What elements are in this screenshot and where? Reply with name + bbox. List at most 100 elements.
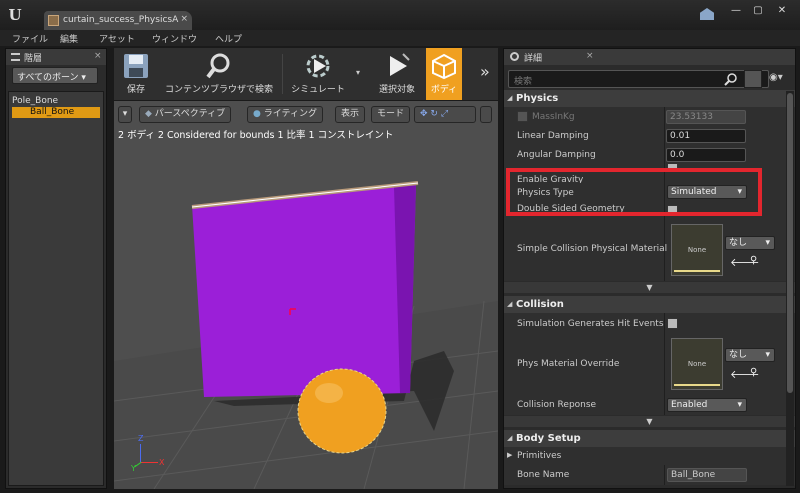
highlight-box [506,168,762,216]
browse-search-icon[interactable]: ⚲ [750,367,757,378]
scpm-dropdown[interactable]: なし [725,236,775,250]
expand-arrow-icon[interactable]: ▶ [507,451,512,459]
mode-button[interactable]: モード [371,106,411,123]
selected-label: 選択対象 [378,85,415,95]
help-icon[interactable] [700,8,714,20]
viewport-more-icon[interactable] [480,106,492,123]
menu-asset[interactable]: アセット [99,32,135,45]
perspective-label: パースペクティブ [154,109,226,119]
lighting-label: ライティング [263,109,317,119]
physics-heading: Physics [516,93,559,104]
selected-button[interactable]: 選択対象 [372,48,422,100]
unreal-logo-icon: U [8,6,22,24]
scrollbar-thumb[interactable] [787,93,793,393]
override-thumbnail[interactable]: None [671,338,723,390]
bone-name-label: Bone Name [517,470,570,480]
simulate-button[interactable]: シミュレート [284,48,352,100]
mass-override-checkbox[interactable] [517,111,528,122]
asset-tab[interactable]: curtain_success_PhysicsA × [44,11,192,30]
viewport[interactable]: ▾ ◆ パースペクティブ ● ライティング 表示 モード ✥ ↻ ⤢ 2 ボディ… [114,101,498,489]
phys-material-override-row: Phys Material Override None なし 🡐 ⚲ [504,333,795,395]
hit-events-checkbox[interactable] [667,318,678,329]
mass-label: MassInKg [532,112,575,122]
menu-edit[interactable]: 編集 [60,32,78,45]
override-dropdown[interactable]: なし [725,348,775,362]
collision-category[interactable]: ◢ Collision [504,296,795,313]
collision-response-dropdown[interactable]: Enabled [667,398,747,412]
collision-advanced-expander[interactable]: ▼ [504,416,795,427]
rotate-icon[interactable]: ↻ [430,109,438,119]
bone-name-field: Ball_Bone [667,468,747,482]
save-icon [124,54,148,78]
search-icon[interactable] [724,72,738,86]
menu-window[interactable]: ウィンドウ [152,32,197,45]
override-label: Phys Material Override [517,359,620,369]
axis-gizmo: Z X Y [131,434,172,474]
sphere-icon: ● [253,109,264,119]
toolbar-divider [282,54,283,94]
transform-tools[interactable]: ✥ ↻ ⤢ [414,106,476,123]
viewport-options-button[interactable]: ▾ [118,106,132,123]
bone-name-row: Bone Name Ball_Bone [504,465,795,485]
maximize-button[interactable]: ▢ [748,4,768,18]
primitives-row[interactable]: ▶ Primitives [504,447,795,465]
body-mode-button[interactable]: ボディ [426,48,462,100]
menu-help[interactable]: ヘルプ [215,32,242,45]
hierarchy-header: 階層 × [6,49,106,65]
angular-damping-label: Angular Damping [517,150,596,160]
simulate-dropdown-icon[interactable]: ▾ [356,68,360,77]
axis-y-label: Y [131,464,136,473]
toolbar-overflow-icon[interactable]: » [480,62,490,81]
close-window-button[interactable]: ✕ [772,4,792,18]
save-label: 保存 [126,85,145,95]
hierarchy-title: 階層 [24,54,43,64]
content-browser-button[interactable]: コンテンツブラウザで検索 [158,48,280,100]
scpm-label: Simple Collision Physical Material [517,244,668,254]
body-cube-icon [432,53,456,80]
browse-label: コンテンツブラウザで検索 [164,85,273,95]
physics-asset-icon [48,15,59,26]
hierarchy-close-icon[interactable]: × [94,51,102,61]
grid-view-icon[interactable] [744,70,762,88]
play-selected-icon [390,53,410,76]
collision-response-label: Collision Reponse [517,400,597,410]
save-button[interactable]: 保存 [116,48,156,100]
hit-events-row: Simulation Generates Hit Events [504,313,795,333]
show-button[interactable]: 表示 [335,106,366,123]
cube-icon: ◆ [145,109,155,119]
bone-filter-label: すべてのボーン [17,73,79,83]
tab-close-icon[interactable]: × [180,14,188,24]
simulate-label: シミュレート [291,85,345,95]
body-setup-category[interactable]: ◢ Body Setup [504,430,795,447]
minimize-button[interactable]: — [726,4,746,18]
bone-filter-dropdown[interactable]: すべてのボーン ▾ [12,67,98,84]
physics-category[interactable]: ◢ Physics [504,90,795,107]
scale-icon[interactable]: ⤢ [441,109,448,119]
mass-field: 23.53133 [666,110,746,124]
hierarchy-panel: 階層 × すべてのボーン ▾ Pole_Bone Ball_Bone [5,48,107,489]
bone-tree: Pole_Bone Ball_Bone [8,91,104,486]
chevron-down-icon: ▾ [78,73,86,83]
details-header: 詳細 × [504,49,795,65]
curtain-mesh [192,185,416,397]
browse-search-icon[interactable]: ⚲ [750,255,757,266]
eye-icon[interactable]: ◉▾ [769,72,783,83]
details-scrollbar[interactable] [786,91,794,486]
lighting-button[interactable]: ● ライティング [247,106,323,123]
menu-file[interactable]: ファイル [12,32,48,45]
body-setup-heading: Body Setup [516,433,581,444]
search-icon [206,53,230,79]
collision-response-row: Collision Reponse Enabled [504,395,795,415]
move-icon[interactable]: ✥ [420,109,428,119]
axis-x-label: X [159,458,165,467]
linear-damping-field[interactable]: 0.01 [666,129,746,143]
tree-item-ball-bone[interactable]: Ball_Bone [12,107,100,118]
tree-item-pole-bone[interactable]: Pole_Bone [12,96,58,106]
title-bar: U curtain_success_PhysicsA × — ▢ ✕ [0,0,800,30]
physics-advanced-expander[interactable]: ▼ [504,282,795,293]
scpm-thumbnail[interactable]: None [671,224,723,276]
primitives-label: Primitives [517,451,562,461]
perspective-button[interactable]: ◆ パースペクティブ [139,106,232,123]
details-close-icon[interactable]: × [586,51,594,61]
angular-damping-field[interactable]: 0.0 [666,148,746,162]
